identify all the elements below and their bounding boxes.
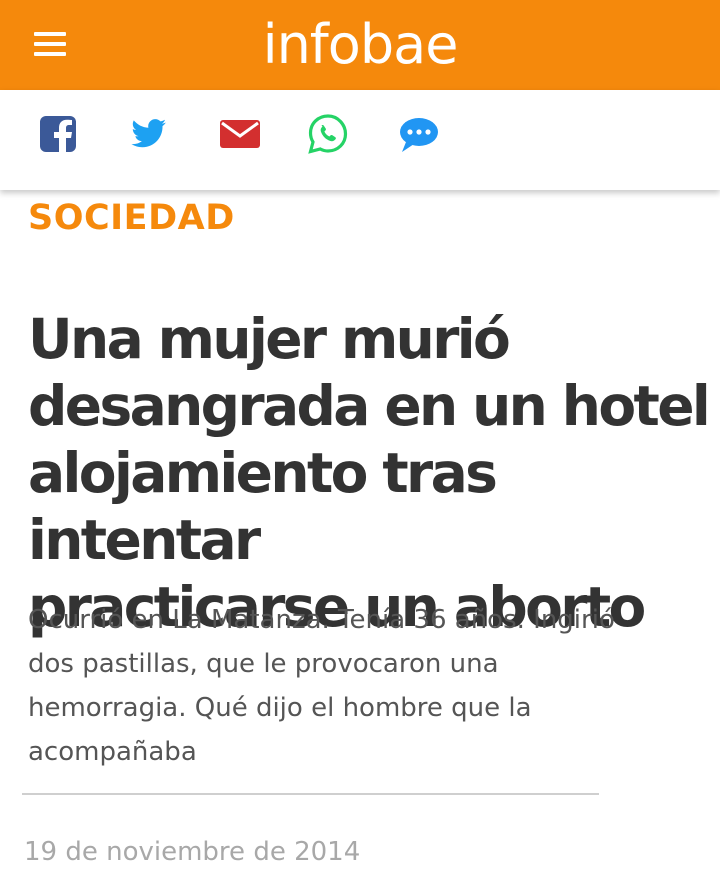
facebook-icon[interactable] [36, 112, 80, 156]
article-summary: Ocurrió en La Matanza. Tenía 36 años. In… [28, 598, 668, 774]
whatsapp-icon[interactable] [306, 112, 350, 156]
summary-line: Ocurrió en La Matanza. Tenía 36 años. In… [28, 605, 615, 635]
comment-icon[interactable] [396, 112, 440, 156]
publish-date: 19 de noviembre de 2014 [24, 837, 361, 867]
summary-line: hemorragia. Qué dijo el hombre que la [28, 693, 532, 723]
headline-line: Una mujer murió [28, 307, 511, 371]
email-icon[interactable] [218, 112, 262, 156]
top-bar: infobae [0, 0, 720, 90]
twitter-icon[interactable] [126, 112, 170, 156]
share-bar [0, 90, 720, 190]
divider [22, 793, 599, 795]
headline-line: desangrada en un hotel [28, 374, 711, 438]
article-headline: Una mujer murió desangrada en un hotel a… [28, 306, 718, 641]
summary-line: dos pastillas, que le provocaron una [28, 649, 499, 679]
site-logo[interactable]: infobae [0, 12, 720, 78]
section-label[interactable]: SOCIEDAD [28, 196, 235, 240]
headline-line: alojamiento tras intentar [28, 441, 498, 572]
summary-line: acompañaba [28, 737, 197, 767]
